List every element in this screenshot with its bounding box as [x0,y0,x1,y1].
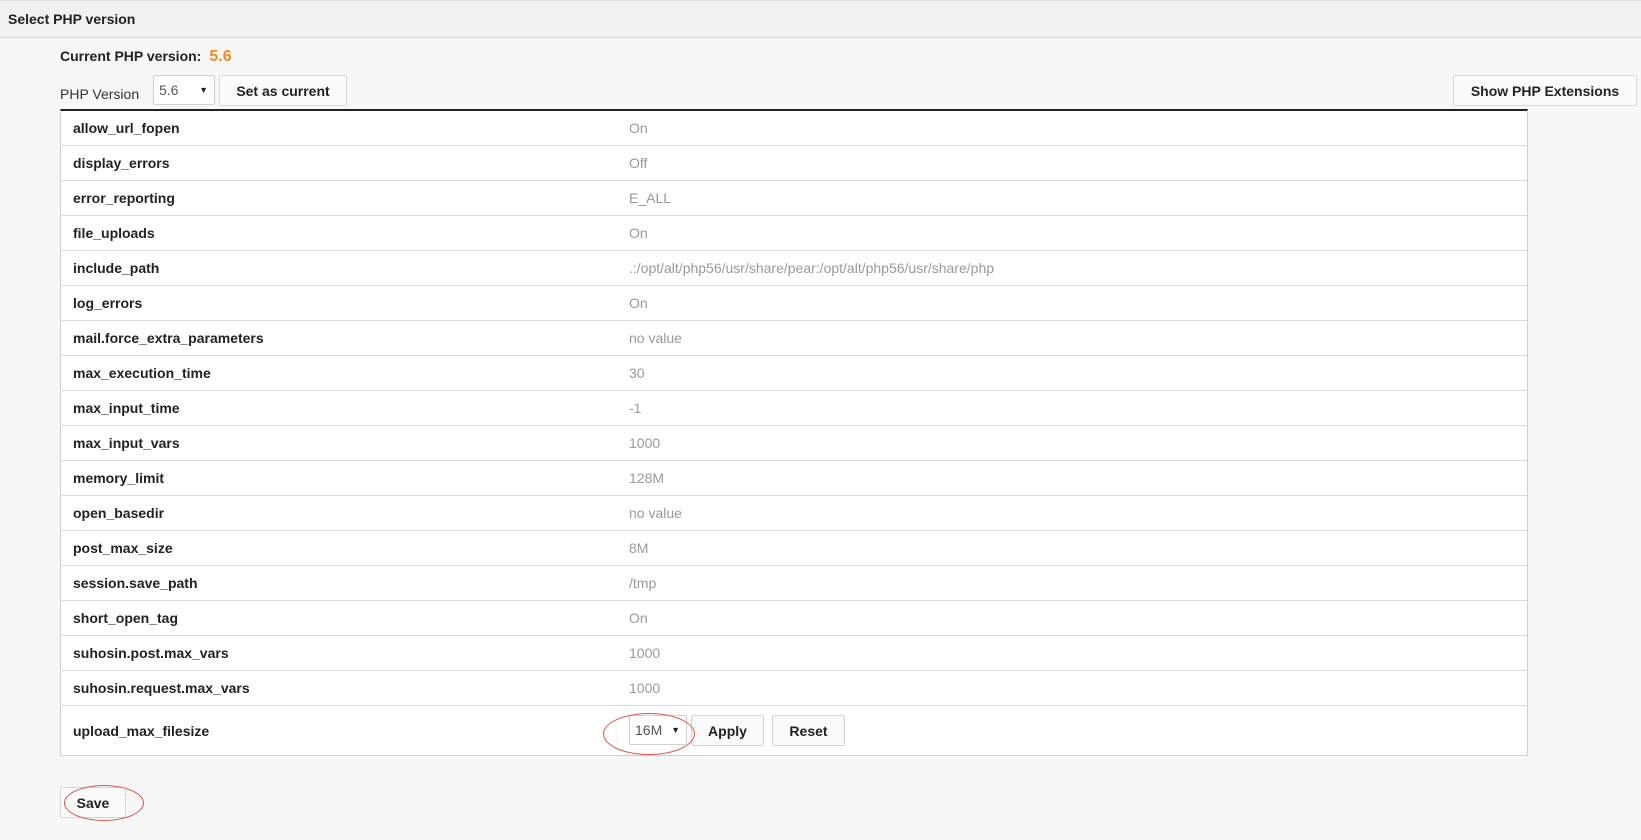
php-version-label: PHP Version [60,86,140,102]
page-header: Select PHP version [0,0,1641,38]
option-value: On [629,295,648,311]
option-value: no value [629,330,682,346]
option-name: short_open_tag [73,610,179,626]
option-name: mail.force_extra_parameters [73,330,264,346]
option-name: error_reporting [73,190,175,206]
table-row: suhosin.post.max_vars 1000 [61,636,1527,671]
option-name: session.save_path [73,575,198,591]
table-row: open_basedir no value [61,496,1527,531]
option-value: 128M [629,470,665,486]
current-version-label: Current PHP version: [60,48,202,64]
show-php-extensions-button[interactable]: Show PHP Extensions [1453,75,1637,106]
option-value: 1000 [629,680,661,696]
option-value: 1000 [629,645,661,661]
chevron-down-icon: ▼ [671,725,680,735]
option-name: log_errors [73,295,143,311]
current-version-value: 5.6 [209,48,232,65]
table-row: short_open_tag On [61,601,1527,636]
option-name: include_path [73,260,160,276]
option-name: max_execution_time [73,365,211,381]
option-name: max_input_time [73,400,180,416]
option-value: On [629,610,648,626]
option-name: post_max_size [73,540,173,556]
php-version-select-value: 5.6 [159,82,179,98]
table-row: mail.force_extra_parameters no value [61,321,1527,356]
page-title: Select PHP version [8,11,136,27]
option-name: upload_max_filesize [73,722,210,739]
table-row: display_errors Off [61,146,1527,181]
apply-button[interactable]: Apply [691,715,764,746]
option-value: Off [629,155,648,171]
php-options-table: allow_url_fopen On display_errors Off error_… [60,109,1528,756]
option-value: E_ALL [629,190,672,206]
table-row: suhosin.request.max_vars 1000 [61,671,1527,706]
option-value: 30 [629,365,645,381]
option-value: -1 [629,400,642,416]
table-row: file_uploads On [61,216,1527,251]
table-row: max_input_time -1 [61,391,1527,426]
option-name: suhosin.post.max_vars [73,645,229,661]
option-name: memory_limit [73,470,165,486]
current-php-version: Current PHP version: 5.6 [60,48,232,66]
table-row: log_errors On [61,286,1527,321]
table-row: memory_limit 128M [61,461,1527,496]
option-value: On [629,225,648,241]
option-name: file_uploads [73,225,155,241]
table-row: max_execution_time 30 [61,356,1527,391]
chevron-down-icon: ▼ [199,85,208,95]
upload-max-filesize-value: 16M [635,722,663,738]
table-row: session.save_path/tmp [61,566,1527,601]
reset-button[interactable]: Reset [772,715,845,746]
option-name: open_basedir [73,505,165,521]
table-row: allow_url_fopen On [61,111,1527,146]
option-value: .:/opt/alt/php56/usr/share/pear:/opt/alt… [629,260,995,276]
option-name: suhosin.request.max_vars [73,680,250,696]
table-row: max_input_vars 1000 [61,426,1527,461]
table-row: include_path .:/opt/alt/php56/usr/share/p… [61,251,1527,286]
option-value: 8M [629,540,649,556]
set-as-current-button[interactable]: Set as current [219,75,347,106]
option-name: max_input_vars [73,435,180,451]
table-row: post_max_size 8M [61,531,1527,566]
table-row: error_reporting E_ALL [61,181,1527,216]
table-row-upload-max-filesize: upload_max_filesize 16M ▼ Apply Reset [61,706,1527,755]
option-value: On [629,120,648,136]
option-value: 1000 [629,435,661,451]
option-name: display_errors [73,155,170,171]
save-button[interactable]: Save [60,787,126,818]
option-name: allow_url_fopen [73,120,180,136]
php-version-select[interactable]: 5.6 ▼ [153,75,215,105]
option-value: /tmp [629,575,657,591]
option-value: no value [629,505,682,521]
upload-max-filesize-select[interactable]: 16M ▼ [629,715,687,745]
